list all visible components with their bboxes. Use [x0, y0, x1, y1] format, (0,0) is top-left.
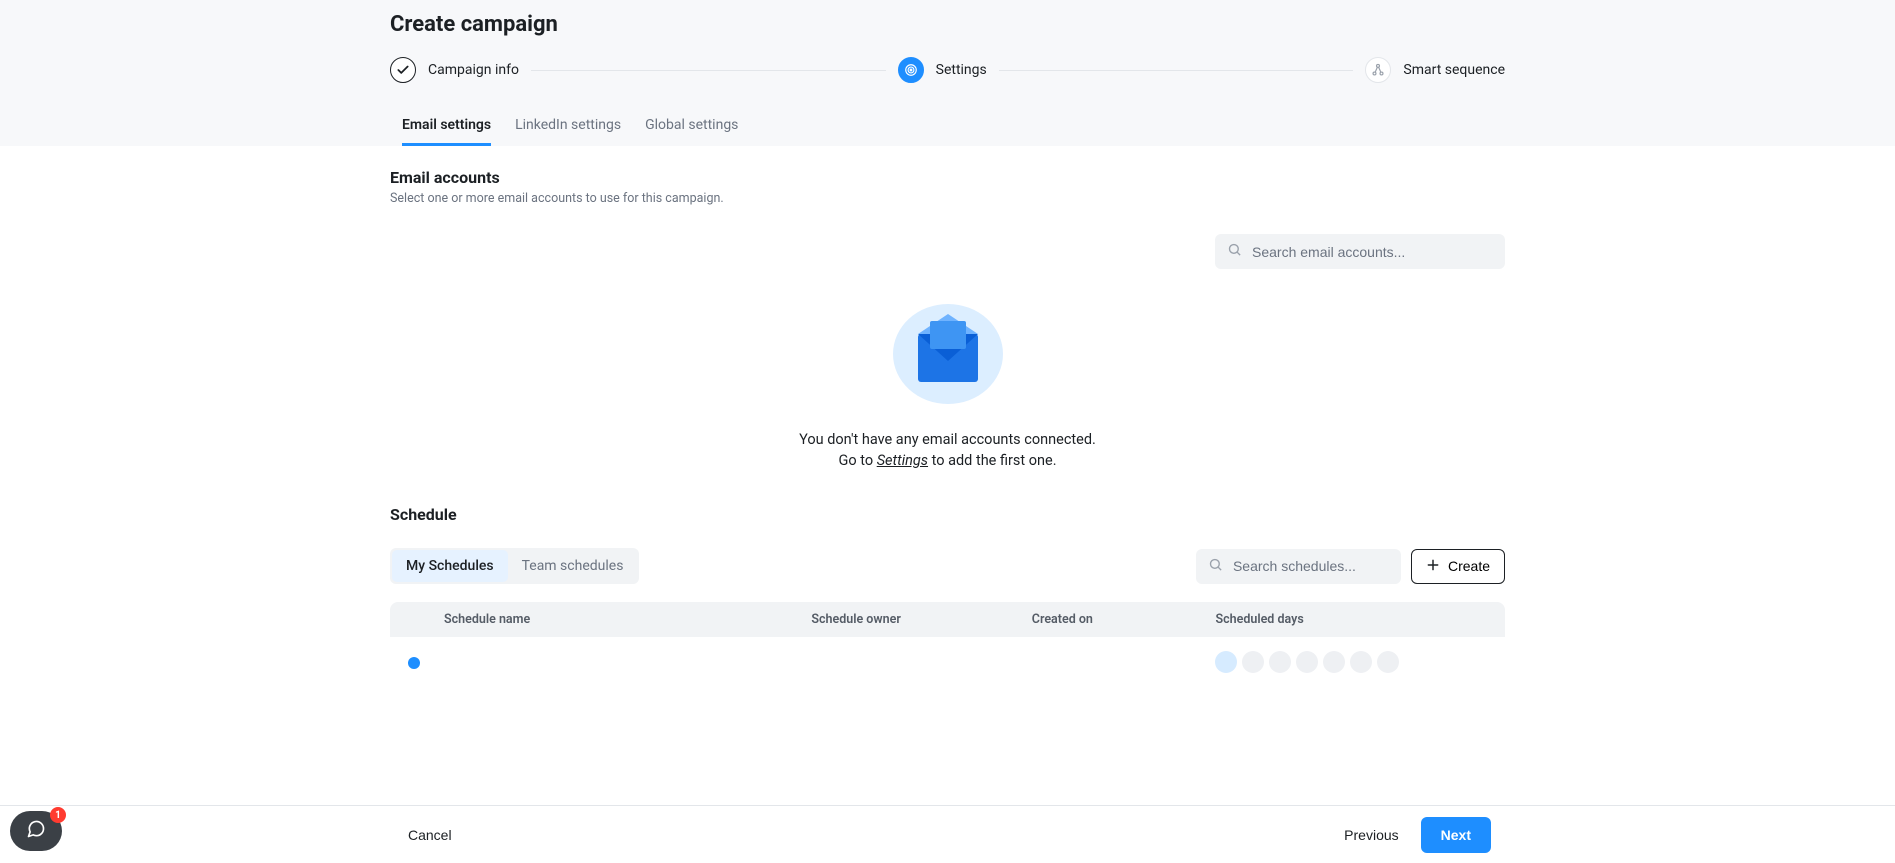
target-icon [898, 57, 924, 83]
mail-illustration-icon [883, 299, 1013, 409]
empty-text-post: to add the first one. [928, 452, 1056, 469]
cancel-button[interactable]: Cancel [404, 821, 456, 849]
empty-text-pre: Go to [838, 452, 876, 469]
step-label: Smart sequence [1403, 62, 1505, 78]
step-smart-sequence[interactable]: Smart sequence [1365, 57, 1505, 83]
search-input[interactable] [1231, 557, 1389, 575]
next-button[interactable]: Next [1421, 817, 1491, 853]
step-divider [999, 70, 1354, 71]
step-label: Settings [936, 62, 987, 78]
schedule-section-title: Schedule [390, 505, 1505, 524]
wizard-footer: Cancel Previous Next [0, 805, 1895, 863]
email-accounts-section: Email accounts Select one or more email … [390, 146, 1505, 206]
create-button-label: Create [1448, 558, 1490, 574]
chat-badge: 1 [50, 807, 66, 823]
toggle-my-schedules[interactable]: My Schedules [392, 550, 508, 582]
nodes-icon [1365, 57, 1391, 83]
step-settings[interactable]: Settings [898, 57, 987, 83]
tab-email-settings[interactable]: Email settings [402, 111, 491, 146]
table-header: Schedule name Schedule owner Created on … [390, 602, 1505, 637]
search-email-accounts[interactable] [1215, 234, 1505, 269]
empty-text-line1: You don't have any email accounts connec… [799, 431, 1096, 448]
col-schedule-owner: Schedule owner [811, 612, 1031, 627]
toggle-team-schedules[interactable]: Team schedules [508, 550, 638, 582]
search-icon [1227, 242, 1242, 261]
email-empty-state: You don't have any email accounts connec… [390, 299, 1505, 469]
step-label: Campaign info [428, 62, 519, 78]
scheduled-days-dots [1215, 651, 1491, 673]
previous-button[interactable]: Previous [1340, 821, 1402, 849]
chat-widget[interactable]: 1 [10, 811, 62, 851]
stepper: Campaign info Settings Smart sequence [390, 57, 1505, 83]
check-circle-icon [390, 57, 416, 83]
create-schedule-button[interactable]: Create [1411, 549, 1505, 584]
col-schedule-name: Schedule name [444, 612, 811, 627]
step-campaign-info[interactable]: Campaign info [390, 57, 519, 83]
search-icon [1208, 557, 1223, 576]
tab-global-settings[interactable]: Global settings [645, 111, 738, 146]
plus-icon [1426, 558, 1440, 575]
step-divider [531, 70, 886, 71]
schedules-table: Schedule name Schedule owner Created on … [390, 602, 1505, 687]
schedule-radio[interactable] [408, 657, 420, 669]
settings-tabbar: Email settings LinkedIn settings Global … [390, 111, 1505, 146]
tab-linkedin-settings[interactable]: LinkedIn settings [515, 111, 621, 146]
settings-link[interactable]: Settings [877, 452, 928, 469]
schedule-scope-toggle: My Schedules Team schedules [390, 548, 639, 584]
search-input[interactable] [1250, 243, 1493, 261]
chat-icon [26, 819, 46, 843]
col-scheduled-days: Scheduled days [1215, 612, 1491, 627]
section-title: Email accounts [390, 168, 1505, 187]
table-row[interactable] [390, 637, 1505, 687]
search-schedules[interactable] [1196, 549, 1401, 584]
page-title: Create campaign [390, 0, 1505, 57]
section-subtitle: Select one or more email accounts to use… [390, 191, 1505, 206]
empty-text-line2: Go to Settings to add the first one. [838, 452, 1056, 469]
col-created-on: Created on [1032, 612, 1216, 627]
